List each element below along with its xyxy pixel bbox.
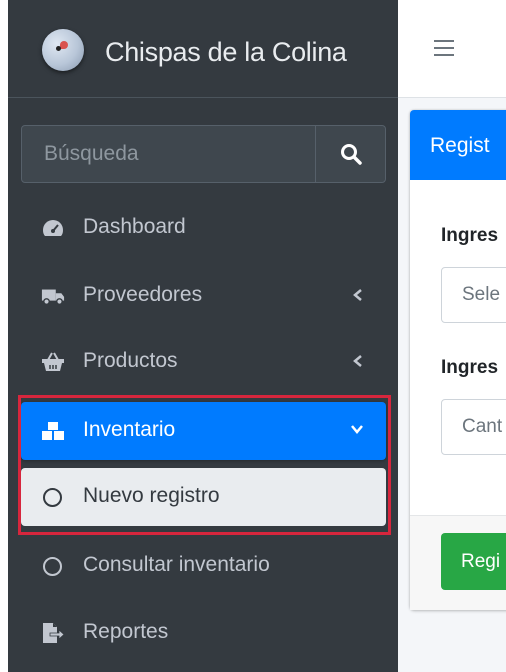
select-placeholder: Sele	[462, 284, 501, 305]
tachometer-icon	[43, 220, 63, 236]
submit-button[interactable]: Regi	[441, 533, 506, 590]
circle-icon	[43, 557, 62, 576]
sidebar-search	[21, 125, 386, 183]
sidebar-item-label: Reportes	[83, 620, 169, 643]
file-export-icon	[43, 623, 65, 643]
search-input[interactable]	[22, 126, 315, 182]
search-icon	[341, 144, 362, 165]
product-select[interactable]: Sele	[441, 267, 506, 323]
circle-icon	[43, 488, 62, 507]
field-label-quantity: Ingres	[441, 357, 499, 378]
brand-name: Chispas de la Colina	[105, 37, 347, 67]
sidebar-item-label: Consultar inventario	[83, 553, 270, 576]
top-navbar	[398, 0, 506, 98]
input-placeholder: Cant	[462, 416, 503, 437]
sidebar-item-productos[interactable]: Productos	[21, 333, 386, 391]
card-title: Regist	[430, 134, 490, 157]
shopping-basket-icon	[42, 352, 64, 371]
sidebar-item-label: Inventario	[83, 418, 176, 441]
chevron-down-icon	[351, 425, 363, 434]
rooster-logo-icon	[42, 29, 84, 71]
sidebar-item-label: Proveedores	[83, 283, 203, 306]
main-content: Regist Ingres Sele Ingres Cant Regi	[398, 0, 506, 672]
sidebar-item-reportes[interactable]: Reportes	[21, 604, 386, 662]
menu-toggle-icon[interactable]	[434, 40, 454, 56]
sidebar-item-nuevo-registro[interactable]: Nuevo registro	[21, 468, 386, 526]
brand-link[interactable]: Chispas de la Colina	[8, 0, 398, 98]
chevron-left-icon	[353, 289, 362, 301]
sidebar-item-dashboard[interactable]: Dashboard	[21, 199, 386, 257]
sidebar: Chispas de la Colina Dashboard	[8, 0, 398, 672]
sidebar-item-consultar-inventario[interactable]: Consultar inventario	[21, 537, 386, 595]
card-header: Regist	[410, 110, 506, 180]
app-page: Chispas de la Colina Dashboard	[0, 0, 506, 672]
field-label-product: Ingres	[441, 225, 499, 246]
sidebar-item-label: Nuevo registro	[83, 484, 220, 507]
search-button[interactable]	[315, 126, 385, 182]
submit-button-label: Regi	[461, 551, 501, 572]
quantity-input[interactable]: Cant	[441, 399, 506, 455]
sidebar-item-label: Dashboard	[83, 215, 186, 238]
truck-icon	[41, 289, 65, 305]
sidebar-item-proveedores[interactable]: Proveedores	[21, 267, 386, 325]
sidebar-item-inventario[interactable]: Inventario	[21, 402, 386, 460]
boxes-icon	[42, 422, 64, 440]
sidebar-item-label: Productos	[83, 349, 178, 372]
chevron-left-icon	[353, 355, 362, 367]
